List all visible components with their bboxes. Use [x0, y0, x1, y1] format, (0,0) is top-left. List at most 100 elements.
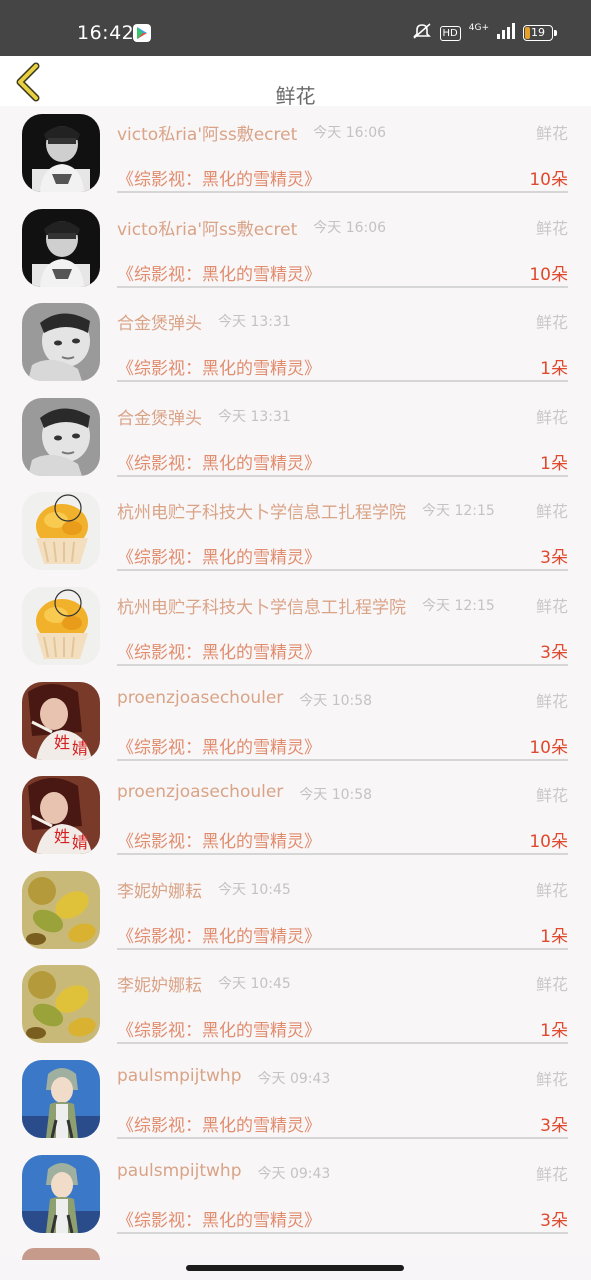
book-title[interactable]: 《综影视：黑化的雪精灵》 — [117, 449, 321, 474]
user-name[interactable]: 杭州电贮子科技大卜学信息工扎程学院 — [117, 498, 406, 523]
user-name[interactable]: paulsmpijtwhp — [117, 1066, 242, 1086]
gift-type: 鲜花 — [535, 1164, 568, 1184]
user-avatar[interactable]: 姓婧 — [22, 681, 100, 760]
gift-count: 1朵 — [540, 926, 568, 947]
user-avatar[interactable]: 姓婧 — [22, 776, 100, 855]
gift-type: 鲜花 — [535, 691, 568, 711]
home-indicator[interactable] — [186, 1265, 404, 1271]
top-bar: 鲜花 — [0, 56, 591, 108]
gift-record-row[interactable]: 姓婧 proenzjoasechouler 今天 10:58 鲜花 《综影视：黑化的雪精… — [0, 674, 591, 769]
gift-time: 今天 13:31 — [218, 408, 291, 425]
gift-type: 鲜花 — [535, 502, 568, 522]
gift-record-row[interactable]: paulsmpijtwhp 今天 09:43 鲜花 《综影视：黑化的雪精灵》 3朵 — [0, 1052, 591, 1147]
book-title[interactable]: 《综影视：黑化的雪精灵》 — [117, 733, 321, 758]
hd-icon: HD — [439, 25, 461, 41]
user-name[interactable]: 合金煲弹头 — [117, 404, 202, 429]
user-avatar[interactable] — [22, 114, 100, 192]
svg-text:姓: 姓 — [54, 733, 70, 752]
book-title[interactable]: 《综影视：黑化的雪精灵》 — [117, 827, 321, 852]
row-divider — [117, 1231, 568, 1234]
page-title: 鲜花 — [275, 84, 316, 108]
book-title[interactable]: 《综影视：黑化的雪精灵》 — [117, 165, 321, 190]
clock: 16:42 — [77, 22, 135, 44]
user-name[interactable]: 杭州电贮子科技大卜学信息工扎程学院 — [117, 593, 406, 618]
gift-record-row[interactable]: victo私ria'阿ss敷ecret 今天 16:06 鲜花《综影视：黑化的雪精灵… — [0, 106, 591, 201]
gift-type: 鲜花 — [535, 786, 568, 806]
svg-text:婧: 婧 — [72, 739, 88, 758]
gift-time: 今天 09:43 — [257, 1070, 331, 1087]
user-avatar[interactable] — [22, 397, 100, 476]
user-name[interactable]: victo私ria'阿ss敷ecret — [117, 120, 297, 145]
row-divider — [117, 1042, 568, 1045]
user-avatar[interactable] — [22, 492, 100, 571]
gift-record-row[interactable]: paulsmpijtwhp 今天 09:43 鲜花《综影视：黑化的雪精灵》 3朵 — [0, 1147, 591, 1242]
gift-time: 今天 16:06 — [313, 125, 387, 141]
book-title[interactable]: 《综影视：黑化的雪精灵》 — [117, 543, 321, 568]
network-type: 4G+ — [468, 22, 489, 33]
gift-record-row[interactable]: 李妮妒娜耘 今天 10:45 鲜花 《综影视：黑化的雪精灵》 1朵 — [0, 863, 591, 958]
user-name[interactable]: proenzjoasechouler — [117, 782, 283, 802]
signal-icon — [497, 23, 515, 43]
row-divider — [117, 947, 568, 950]
row-divider — [117, 663, 568, 666]
user-name[interactable]: 李妮妒娜耘 — [117, 971, 202, 996]
user-avatar[interactable] — [22, 870, 100, 949]
book-title[interactable]: 《综影视：黑化的雪精灵》 — [117, 638, 321, 663]
gift-record-row[interactable]: 杭州电贮子科技大卜学信息工扎程学院 今天 12:15 鲜花《综影视：黑化的雪精灵》 3… — [0, 484, 591, 579]
book-title[interactable]: 《综影视：黑化的雪精灵》 — [117, 1111, 321, 1136]
partial-avatar — [22, 1248, 100, 1260]
gift-type: 鲜花 — [535, 313, 568, 333]
gift-type: 鲜花 — [535, 124, 568, 143]
gift-time: 今天 09:43 — [257, 1165, 331, 1182]
gift-count: 3朵 — [540, 642, 568, 663]
gift-count: 1朵 — [540, 359, 568, 380]
svg-text:姓: 姓 — [54, 827, 70, 846]
book-title[interactable]: 《综影视：黑化的雪精灵》 — [117, 1016, 321, 1041]
book-title[interactable]: 《综影视：黑化的雪精灵》 — [117, 260, 321, 285]
user-avatar[interactable] — [22, 965, 100, 1044]
gift-count: 3朵 — [540, 548, 568, 569]
book-title[interactable]: 《综影视：黑化的雪精灵》 — [117, 922, 321, 947]
gift-type: 鲜花 — [535, 407, 568, 427]
user-name[interactable]: 合金煲弹头 — [117, 309, 202, 334]
gift-time: 今天 12:15 — [422, 503, 495, 520]
svg-text:婧: 婧 — [72, 833, 88, 852]
gift-record-row[interactable]: 李妮妒娜耘 今天 10:45 鲜花 《综影视：黑化的雪精灵》 1朵 — [0, 957, 591, 1052]
user-name[interactable]: victo私ria'阿ss敷ecret — [117, 215, 297, 240]
gift-record-row[interactable]: 合金煲弹头 今天 13:31 鲜花 《综影视：黑化的雪精灵》 1朵 — [0, 295, 591, 390]
gift-record-row[interactable]: 合金煲弹头 今天 13:31 鲜花《综影视：黑化的雪精灵》 1朵 — [0, 390, 591, 485]
row-divider — [117, 474, 568, 477]
gift-count: 3朵 — [540, 1115, 568, 1136]
user-avatar[interactable] — [22, 208, 100, 287]
gift-time: 今天 10:45 — [218, 881, 291, 898]
gift-count: 1朵 — [540, 453, 568, 474]
row-divider — [117, 569, 568, 572]
row-divider — [117, 380, 568, 383]
gift-list[interactable]: victo私ria'阿ss敷ecret 今天 16:06 鲜花 《综影视：黑化的雪精灵… — [0, 106, 591, 1256]
book-title[interactable]: 《综影视：黑化的雪精灵》 — [117, 1206, 321, 1231]
gift-time: 今天 10:45 — [218, 976, 291, 993]
gift-type: 鲜花 — [535, 596, 568, 616]
gift-count: 10朵 — [529, 264, 568, 285]
book-title[interactable]: 《综影视：黑化的雪精灵》 — [117, 354, 321, 379]
gift-record-row[interactable]: 姓婧 proenzjoasechouler 今天 10:58 鲜花 《综影视：黑化的雪精… — [0, 768, 591, 863]
user-name[interactable]: proenzjoasechouler — [117, 688, 283, 708]
user-avatar[interactable] — [22, 586, 100, 665]
user-avatar[interactable] — [22, 1059, 100, 1138]
gift-count: 10朵 — [529, 737, 568, 758]
gift-record-row[interactable]: victo私ria'阿ss敷ecret 今天 16:06 鲜花《综影视：黑化的雪精灵… — [0, 201, 591, 296]
battery-level: 19 — [531, 26, 545, 39]
status-bar: 16:42 HD 4G+ 19 — [0, 0, 591, 56]
gift-count: 3朵 — [540, 1210, 568, 1231]
gift-count: 10朵 — [529, 170, 568, 190]
user-name[interactable]: paulsmpijtwhp — [117, 1161, 242, 1181]
gift-type: 鲜花 — [535, 218, 568, 238]
user-avatar[interactable] — [22, 1154, 100, 1233]
user-avatar[interactable] — [22, 303, 100, 382]
user-name[interactable]: 李妮妒娜耘 — [117, 877, 202, 902]
gift-count: 1朵 — [540, 1021, 568, 1042]
gift-time: 今天 12:15 — [422, 597, 495, 614]
gift-time: 今天 16:06 — [313, 219, 387, 236]
row-divider — [117, 853, 568, 856]
gift-record-row[interactable]: 杭州电贮子科技大卜学信息工扎程学院 今天 12:15 鲜花《综影视：黑化的雪精灵》 3… — [0, 579, 591, 674]
